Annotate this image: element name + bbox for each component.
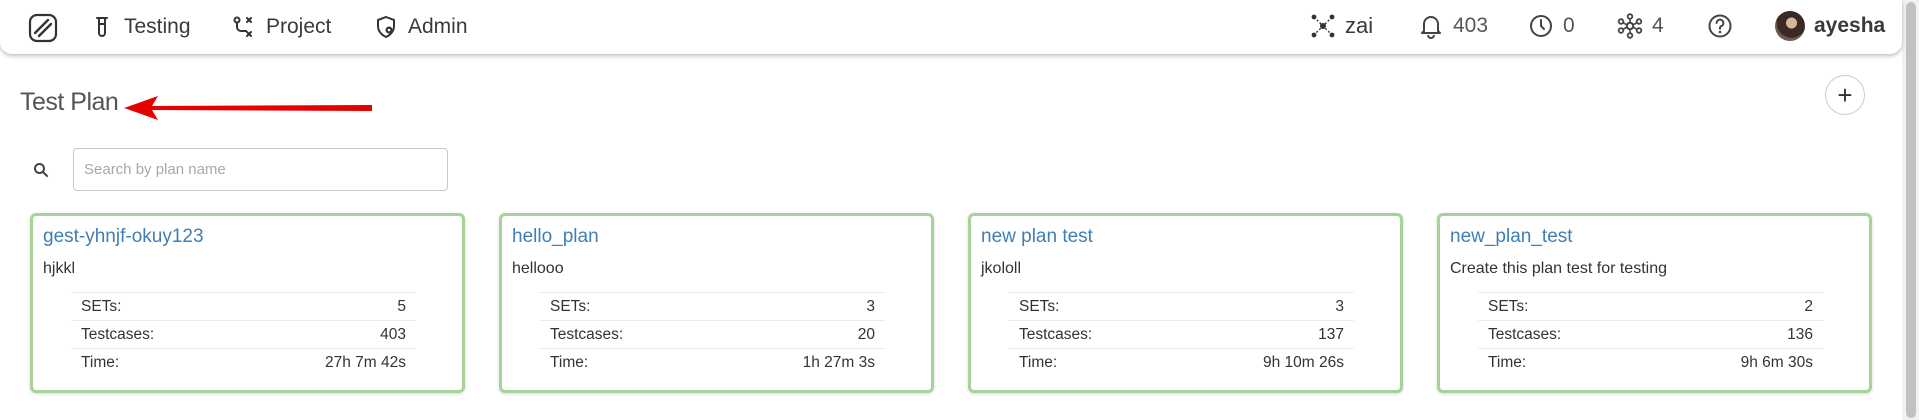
- vertical-scrollbar[interactable]: [1902, 0, 1919, 420]
- sets-label: SETs:: [550, 297, 591, 315]
- annotation-arrow-icon: [124, 96, 372, 120]
- user-menu[interactable]: ayesha: [1775, 10, 1885, 42]
- time-row: Time: 9h 6m 30s: [1478, 348, 1823, 376]
- add-plan-button[interactable]: +: [1825, 75, 1865, 115]
- app-logo-icon[interactable]: [28, 13, 58, 43]
- shield-gear-icon: [377, 15, 395, 39]
- bell-icon: [1421, 16, 1441, 39]
- plan-card-title[interactable]: hello_plan: [512, 226, 921, 248]
- testcases-row: Testcases: 20: [540, 320, 885, 348]
- sets-row: SETs: 3: [1009, 292, 1354, 320]
- nav-testing-label: Testing: [124, 15, 191, 38]
- testcases-label: Testcases:: [550, 325, 624, 343]
- time-label: Time:: [1488, 353, 1527, 371]
- testcases-value: 136: [1787, 325, 1813, 343]
- help-icon: [1708, 14, 1732, 38]
- plan-card-title[interactable]: new plan test: [981, 226, 1390, 248]
- time-row: Time: 27h 7m 42s: [71, 348, 416, 376]
- sets-row: SETs: 5: [71, 292, 416, 320]
- sets-value: 3: [866, 297, 875, 315]
- time-row: Time: 1h 27m 3s: [540, 348, 885, 376]
- page-title: Test Plan: [20, 88, 119, 116]
- testcases-row: Testcases: 136: [1478, 320, 1823, 348]
- help-button[interactable]: [1707, 10, 1733, 42]
- plan-card-description: hellooo: [512, 260, 564, 277]
- user-name: ayesha: [1814, 14, 1886, 37]
- nav-admin-label: Admin: [408, 15, 468, 38]
- nav-project[interactable]: Project: [232, 12, 331, 42]
- sets-label: SETs:: [1488, 297, 1529, 315]
- testcases-row: Testcases: 137: [1009, 320, 1354, 348]
- nav-project-label: Project: [266, 15, 332, 38]
- sets-value: 5: [397, 297, 406, 315]
- testcases-label: Testcases:: [1488, 325, 1562, 343]
- time-value: 9h 6m 30s: [1740, 353, 1813, 371]
- time-row: Time: 9h 10m 26s: [1009, 348, 1354, 376]
- notifications-count: 403: [1453, 14, 1489, 37]
- sets-value: 3: [1335, 297, 1344, 315]
- workflow-icon: [233, 16, 252, 37]
- timers-button[interactable]: 0: [1528, 10, 1575, 42]
- clock-icon: [1530, 15, 1552, 37]
- sets-label: SETs:: [81, 297, 122, 315]
- plan-card[interactable]: new plan test jkololl SETs: 3 Testcases: 1…: [968, 213, 1403, 393]
- nav-admin[interactable]: Admin: [374, 12, 468, 42]
- plan-card[interactable]: hello_plan hellooo SETs: 3 Testcases: 20 T…: [499, 213, 934, 393]
- testcases-value: 20: [857, 325, 875, 343]
- testcases-label: Testcases:: [81, 325, 155, 343]
- test-tube-icon: [96, 17, 108, 37]
- time-value: 9h 10m 26s: [1263, 353, 1344, 371]
- time-value: 27h 7m 42s: [325, 353, 406, 371]
- workspace-selector[interactable]: zai: [1310, 10, 1373, 42]
- testcases-value: 137: [1318, 325, 1344, 343]
- time-label: Time:: [1019, 353, 1058, 371]
- nav-testing[interactable]: Testing: [90, 12, 191, 42]
- scrollbar-thumb[interactable]: [1906, 2, 1916, 418]
- search-icon: [34, 163, 48, 177]
- workspace-name: zai: [1345, 13, 1374, 38]
- time-value: 1h 27m 3s: [802, 353, 875, 371]
- sets-value: 2: [1804, 297, 1813, 315]
- search-input[interactable]: [73, 148, 448, 191]
- sets-label: SETs:: [1019, 297, 1060, 315]
- sets-row: SETs: 3: [540, 292, 885, 320]
- top-navbar: Testing Project Admin zai 403 0 4 ayesha: [0, 0, 1902, 54]
- hub-icon: [1617, 13, 1643, 39]
- plan-card-description: hjkkl: [43, 260, 76, 277]
- nodes-count: 4: [1652, 14, 1664, 37]
- time-label: Time:: [81, 353, 120, 371]
- testcases-value: 403: [380, 325, 406, 343]
- plan-card-list: gest-yhnjf-okuy123 hjkkl SETs: 5 Testcase…: [30, 213, 1872, 393]
- testcases-label: Testcases:: [1019, 325, 1093, 343]
- sets-row: SETs: 2: [1478, 292, 1823, 320]
- time-label: Time:: [550, 353, 589, 371]
- plan-card-description: jkololl: [981, 260, 1022, 277]
- network-nodes-icon: [1311, 14, 1335, 38]
- avatar: [1775, 11, 1805, 41]
- plan-card-title[interactable]: gest-yhnjf-okuy123: [43, 226, 452, 248]
- plan-card-title[interactable]: new_plan_test: [1450, 226, 1859, 248]
- nodes-button[interactable]: 4: [1617, 10, 1664, 42]
- testcases-row: Testcases: 403: [71, 320, 416, 348]
- plan-card[interactable]: new_plan_test Create this plan test for …: [1437, 213, 1872, 393]
- timers-count: 0: [1563, 14, 1575, 37]
- plan-card[interactable]: gest-yhnjf-okuy123 hjkkl SETs: 5 Testcase…: [30, 213, 465, 393]
- plan-card-description: Create this plan test for testing: [1450, 260, 1667, 277]
- notifications-button[interactable]: 403: [1418, 10, 1488, 42]
